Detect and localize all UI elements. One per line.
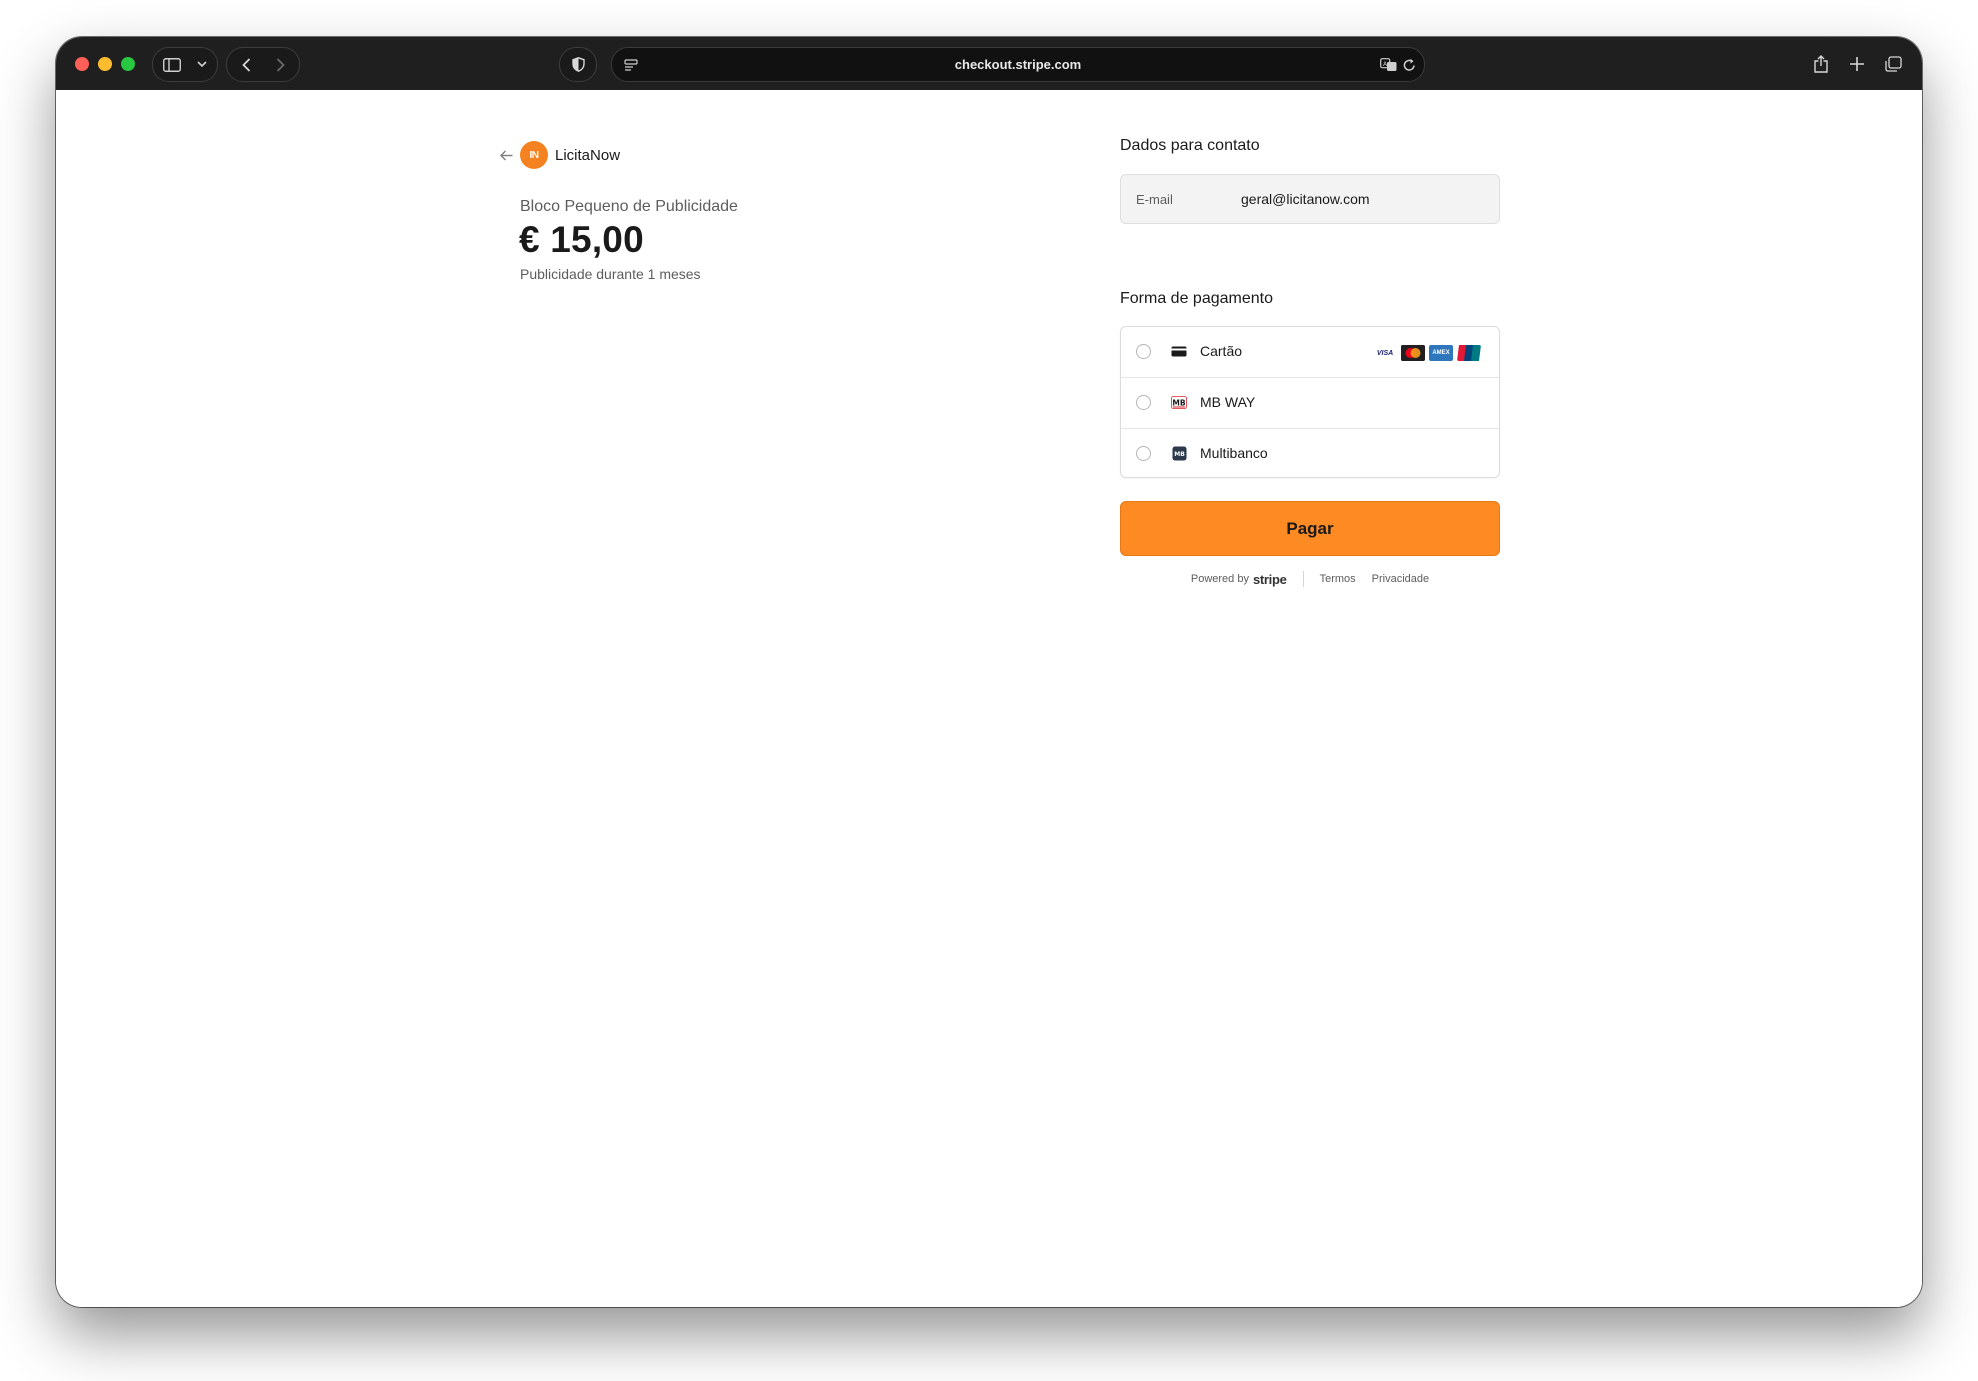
payment-methods: Cartão VISA AMEX MB MB WAY MB Multibanco [1120, 326, 1500, 478]
payment-method-multibanco[interactable]: MB Multibanco [1121, 428, 1499, 478]
address-url: checkout.stripe.com [954, 57, 1082, 72]
merchant-name: LicitaNow [555, 146, 621, 164]
footer-divider [1302, 571, 1304, 587]
multibanco-icon: MB [1171, 446, 1187, 461]
privacy-report-button[interactable] [559, 47, 597, 82]
card-icon [1171, 345, 1187, 358]
checkout-footer: Powered by stripe Termos Privacidade [1120, 569, 1500, 589]
card-radio[interactable] [1136, 344, 1151, 359]
powered-by-text: Powered by [1190, 573, 1249, 585]
svg-text:MB: MB [1172, 399, 1185, 408]
back-arrow-icon[interactable] [500, 147, 516, 163]
reload-icon[interactable] [1394, 48, 1424, 81]
contact-section-title: Dados para contato [1120, 137, 1260, 154]
browser-toolbar: checkout.stripe.com A [56, 37, 1922, 91]
mastercard-icon [1401, 345, 1425, 361]
svg-text:MB: MB [1174, 451, 1185, 458]
minimize-window-button[interactable] [98, 57, 112, 71]
merchant-header[interactable]: IN LicitaNow [500, 140, 620, 170]
sidebar-icon[interactable] [157, 48, 187, 81]
amex-icon: AMEX [1429, 345, 1453, 361]
shield-icon [563, 48, 593, 81]
back-icon[interactable] [231, 48, 261, 81]
privacy-link[interactable]: Privacidade [1372, 573, 1429, 585]
sidebar-toggle-group [152, 47, 218, 82]
product-description: Publicidade durante 1 meses [520, 266, 701, 282]
product-name: Bloco Pequeno de Publicidade [520, 198, 738, 215]
unionpay-icon [1457, 345, 1481, 361]
payment-method-label: Cartão [1200, 343, 1243, 359]
page-content: IN LicitaNow Bloco Pequeno de Publicidad… [56, 90, 1922, 1307]
close-window-button[interactable] [75, 57, 89, 71]
pay-button[interactable]: Pagar [1120, 501, 1500, 556]
chevron-down-icon[interactable] [187, 48, 217, 81]
payment-method-card[interactable]: Cartão VISA AMEX [1121, 327, 1499, 377]
order-summary-pane: IN LicitaNow Bloco Pequeno de Publicidad… [56, 90, 980, 1307]
payment-method-label: Multibanco [1200, 445, 1268, 461]
tab-overview-icon[interactable] [1878, 47, 1908, 80]
card-brands: VISA AMEX [1369, 345, 1481, 361]
navigation-group [226, 47, 300, 82]
email-field[interactable]: E-mail geral@licitanow.com [1120, 174, 1500, 224]
payment-method-label: MB WAY [1200, 394, 1256, 410]
stripe-logo[interactable]: stripe [1253, 572, 1287, 587]
terms-link[interactable]: Termos [1320, 573, 1356, 585]
browser-window: checkout.stripe.com A IN LicitaNow Bloco… [56, 37, 1922, 1307]
payment-form-pane: Dados para contato E-mail geral@licitano… [980, 90, 1922, 1307]
email-value[interactable]: geral@licitanow.com [1241, 191, 1370, 207]
forward-icon[interactable] [265, 48, 295, 81]
share-icon[interactable] [1806, 47, 1836, 80]
merchant-logo: IN [520, 141, 548, 169]
visa-icon: VISA [1376, 349, 1394, 357]
email-label: E-mail [1136, 192, 1173, 207]
new-tab-icon[interactable] [1842, 47, 1872, 80]
payment-section-title: Forma de pagamento [1120, 290, 1273, 307]
mbway-radio[interactable] [1136, 395, 1151, 410]
mbway-icon: MB [1171, 396, 1187, 409]
product-price: € 15,00 [519, 219, 644, 260]
payment-method-mbway[interactable]: MB MB WAY [1121, 377, 1499, 427]
multibanco-radio[interactable] [1136, 446, 1151, 461]
zoom-window-button[interactable] [121, 57, 135, 71]
address-bar[interactable]: checkout.stripe.com A [611, 47, 1425, 82]
